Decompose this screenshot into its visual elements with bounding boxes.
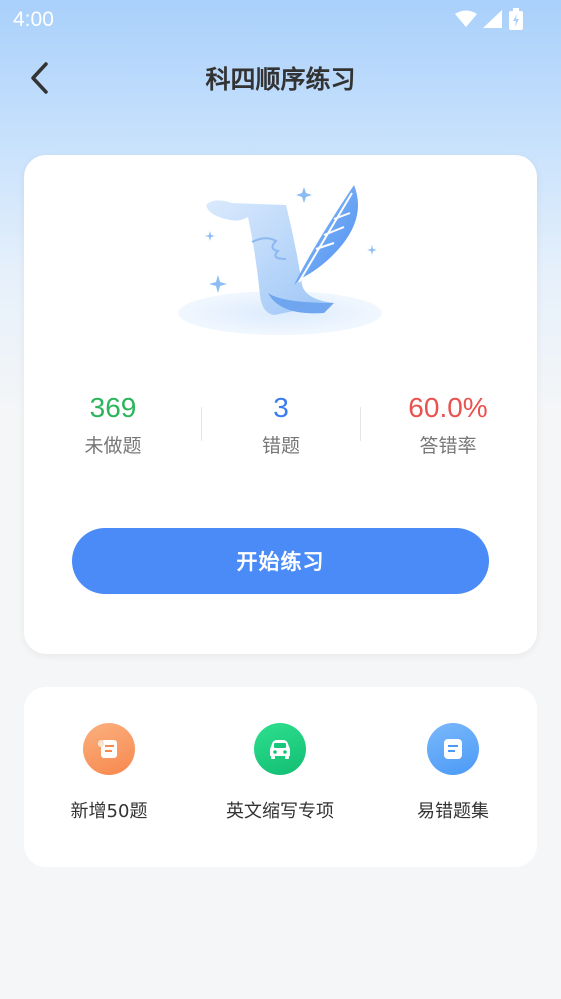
stat-value: 369 <box>89 392 137 423</box>
battery-icon <box>509 8 523 30</box>
stat-label: 答错率 <box>419 435 477 457</box>
quick-actions-card: 新增50题 英文缩写专项 易错题集 <box>24 687 537 867</box>
action-label: 新增50题 <box>70 801 148 822</box>
scroll-icon <box>83 723 135 775</box>
document-icon <box>427 723 479 775</box>
wifi-icon <box>455 10 477 27</box>
page-title: 科四顺序练习 <box>205 65 356 94</box>
action-english-abbr[interactable]: 英文缩写专项 <box>195 723 365 823</box>
status-bar: 4:00 <box>0 0 561 38</box>
stats-row: 369 未做题 3 错题 60.0% 答错率 <box>24 391 537 471</box>
stat-error-rate[interactable]: 60.0% 答错率 <box>368 391 528 458</box>
status-time: 4:00 <box>13 8 54 31</box>
action-label: 英文缩写专项 <box>226 801 334 822</box>
nav-bar: 科四顺序练习 <box>0 48 561 108</box>
signal-icon <box>483 10 502 28</box>
action-new-50[interactable]: 新增50题 <box>24 723 194 823</box>
action-error-prone[interactable]: 易错题集 <box>368 723 538 823</box>
car-icon <box>254 723 306 775</box>
start-practice-button[interactable]: 开始练习 <box>72 528 489 594</box>
stat-wrong[interactable]: 3 错题 <box>201 391 361 458</box>
scroll-quill-illustration <box>178 185 382 335</box>
stat-label: 未做题 <box>84 435 142 457</box>
stat-value: 3 <box>273 392 289 423</box>
stat-undone[interactable]: 369 未做题 <box>33 391 193 458</box>
status-icons <box>455 8 523 30</box>
practice-card: 369 未做题 3 错题 60.0% 答错率 开始练习 <box>24 155 537 654</box>
stat-label: 错题 <box>261 435 300 457</box>
divider <box>360 407 361 441</box>
action-label: 易错题集 <box>417 801 489 822</box>
stat-value: 60.0% <box>408 392 488 423</box>
